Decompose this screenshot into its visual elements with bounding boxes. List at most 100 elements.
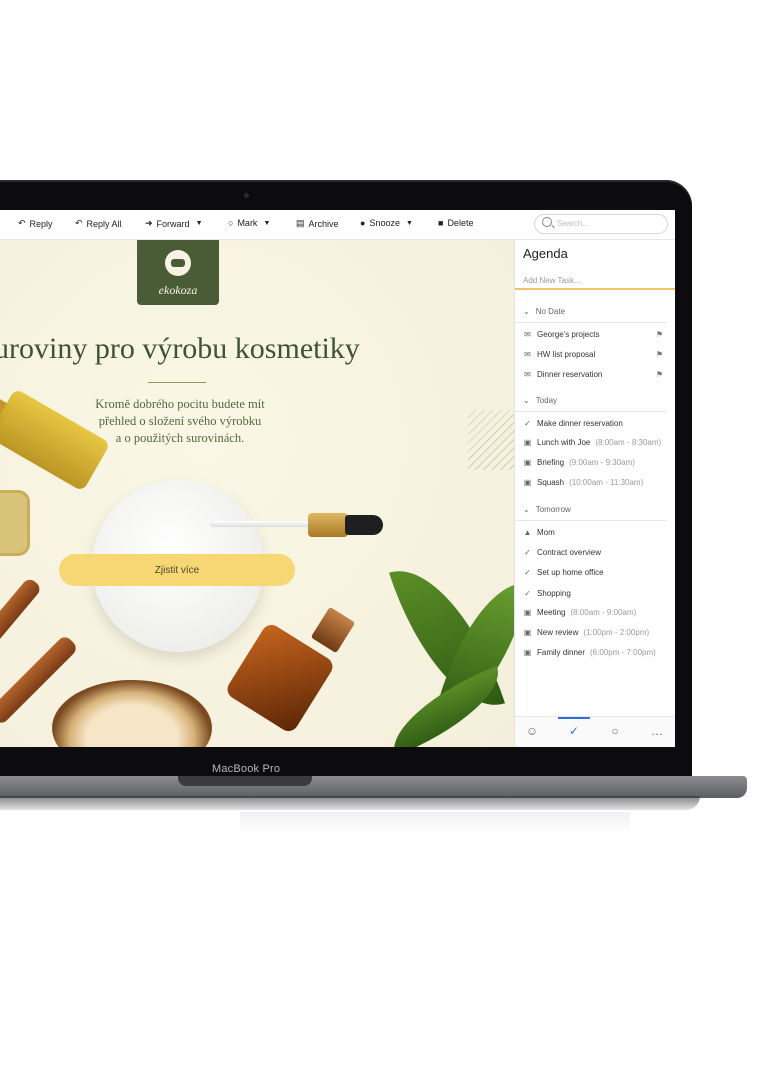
reply-button[interactable]: ↶ Reply: [18, 218, 53, 229]
task-item[interactable]: ✓ Set up home office: [523, 568, 671, 577]
sidebar-bottom-nav: ☺ ✓ ○ …: [515, 716, 675, 747]
calendar-icon: ▣: [523, 478, 532, 487]
laptop-reflection: [240, 812, 630, 834]
bell-icon: ●: [360, 218, 366, 228]
search-input[interactable]: Search...: [534, 214, 668, 234]
event-item[interactable]: ▲ Mom: [523, 528, 671, 537]
event-label: Squash: [537, 478, 565, 487]
divider: [515, 411, 667, 412]
task-item[interactable]: ✉ George's projects ⚑: [523, 330, 671, 339]
laptop-notch: [178, 776, 312, 786]
chat-bubble-icon[interactable]: ○: [605, 724, 625, 738]
task-item[interactable]: ✉ HW list proposal ⚑: [523, 350, 671, 359]
task-item[interactable]: ✓ Contract overview: [523, 548, 671, 557]
event-time: (6:00pm - 7:00pm): [590, 648, 656, 657]
section-label: Today: [535, 396, 558, 405]
delete-button[interactable]: ■ Delete: [438, 218, 473, 228]
mail-app-window: ↶ Reply ↶ Reply All ➜ Forward ▼ ○ Mark ▼…: [0, 210, 675, 747]
amber-bottle-neck-image: [310, 606, 356, 654]
event-item[interactable]: ▣ Meeting (8:00am - 9:00am): [523, 608, 671, 617]
archive-label: Archive: [308, 218, 339, 229]
flag-icon[interactable]: ⚑: [656, 350, 663, 359]
tasks-check-icon[interactable]: ✓: [564, 724, 584, 738]
envelope-icon: ✉: [524, 350, 531, 359]
dropper-bulb-image: [345, 515, 383, 535]
forward-button[interactable]: ➜ Forward ▼: [145, 218, 203, 229]
snooze-button[interactable]: ● Snooze ▼: [360, 218, 413, 228]
task-label: Set up home office: [537, 568, 604, 577]
task-label: Contract overview: [537, 548, 602, 557]
archive-icon: ▤: [296, 218, 305, 228]
more-icon[interactable]: …: [647, 724, 667, 738]
divider: [148, 382, 206, 383]
chevron-down-icon: ⌄: [523, 505, 530, 514]
calendar-icon: ▣: [523, 648, 532, 657]
task-label: Dinner reservation: [537, 370, 603, 379]
logo-text: ekokoza: [158, 283, 198, 297]
calendar-icon: ▣: [523, 458, 532, 467]
event-item[interactable]: ▣ Squash (10:00am - 11:30am): [523, 478, 671, 487]
chevron-down-icon: ▼: [195, 220, 203, 227]
event-label: Meeting: [537, 608, 566, 617]
event-item[interactable]: ▣ Briefing (9:00am - 9:30am): [523, 458, 671, 467]
forward-label: Forward: [156, 218, 190, 229]
section-label: Tomorrow: [535, 505, 571, 514]
event-item[interactable]: ▣ Family dinner (6:00pm - 7:00pm): [523, 648, 671, 657]
task-item[interactable]: ✓ Make dinner reservation: [523, 419, 671, 428]
task-item[interactable]: ✓ Shopping: [523, 589, 671, 598]
active-tab-indicator: [558, 717, 590, 719]
event-item[interactable]: ▣ Lunch with Joe (8:00am - 8:30am): [523, 438, 671, 447]
check-icon[interactable]: ✓: [523, 589, 532, 598]
trash-icon: ■: [438, 218, 444, 228]
task-label: Make dinner reservation: [537, 419, 623, 428]
search-placeholder: Search...: [557, 219, 590, 228]
flag-icon[interactable]: ⚑: [656, 330, 663, 339]
flag-icon[interactable]: ⚑: [656, 370, 663, 379]
forward-icon: ➜: [145, 218, 153, 228]
subtext-line: a o použitých surovinách.: [115, 431, 245, 445]
task-label: Shopping: [537, 589, 571, 598]
dropper-collar-image: [308, 513, 348, 537]
reply-icon: ↶: [18, 218, 26, 228]
section-tomorrow[interactable]: ⌄ Tomorrow: [523, 505, 571, 514]
brand-logo[interactable]: ekokoza: [137, 240, 219, 305]
task-label: George's projects: [537, 330, 600, 339]
laptop-base: [0, 776, 747, 798]
divider: [515, 520, 667, 521]
cta-button[interactable]: Zjistit více: [59, 554, 295, 586]
check-icon[interactable]: ✓: [523, 419, 532, 428]
agenda-panel: Agenda Add New Task... ⌄ No Date ✉ Georg…: [514, 240, 675, 747]
laptop-brand-label: MacBook Pro: [212, 763, 281, 775]
chevron-down-icon: ⌄: [523, 307, 530, 316]
section-no-date[interactable]: ⌄ No Date: [523, 307, 565, 316]
event-label: Lunch with Joe: [537, 438, 591, 447]
add-task-input[interactable]: Add New Task...: [523, 276, 581, 285]
mark-label: Mark: [237, 218, 258, 228]
goat-icon: [165, 250, 191, 276]
mail-toolbar: ↶ Reply ↶ Reply All ➜ Forward ▼ ○ Mark ▼…: [0, 210, 675, 240]
mark-button[interactable]: ○ Mark ▼: [228, 218, 270, 228]
email-body: ekokoza uroviny pro výrobu kosmetiky Kro…: [0, 240, 514, 747]
section-today[interactable]: ⌄ Today: [523, 396, 557, 405]
delete-label: Delete: [447, 218, 474, 228]
event-item[interactable]: ▣ New review (1:00pm - 2:00pm): [523, 628, 671, 637]
check-icon[interactable]: ✓: [523, 568, 532, 577]
check-icon[interactable]: ✓: [523, 548, 532, 557]
calendar-icon: ▣: [523, 608, 532, 617]
chevron-down-icon: ▼: [263, 219, 271, 227]
email-subtext: Kromě dobrého pocitu budete mít přehled …: [60, 396, 300, 447]
event-time: (10:00am - 11:30am): [569, 478, 644, 487]
reply-label: Reply: [29, 218, 53, 229]
search-icon: [542, 217, 552, 227]
task-item[interactable]: ✉ Dinner reservation ⚑: [523, 370, 671, 379]
archive-button[interactable]: ▤ Archive: [296, 218, 339, 229]
snooze-label: Snooze: [369, 218, 400, 228]
chevron-down-icon: ⌄: [523, 396, 530, 405]
contacts-icon[interactable]: ☺: [522, 724, 542, 738]
event-time: (8:00am - 8:30am): [595, 438, 662, 447]
event-time: (8:00am - 9:00am): [570, 608, 637, 617]
circle-icon: ○: [228, 218, 234, 228]
event-label: Mom: [537, 528, 555, 537]
reply-all-button[interactable]: ↶ Reply All: [75, 218, 122, 229]
subtext-line: přehled o složení svého výrobku: [98, 414, 262, 428]
